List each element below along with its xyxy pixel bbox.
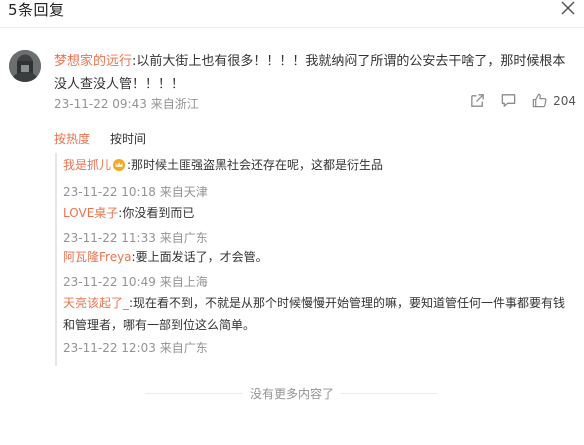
reply-meta: 23-11-22 10:49 来自上海 [63,273,208,290]
tab-sort-by-hot[interactable]: 按热度 [54,130,90,147]
main-comment-timestamp: 23-11-22 09:43 [54,97,147,111]
reply-timestamp: 23-11-22 10:49 [63,275,156,289]
no-more-content: 没有更多内容了 [249,387,334,401]
reply-timestamp: 23-11-22 10:18 [63,185,156,199]
footer-divider-right [340,393,438,394]
replies-list: 我是抓儿 :那时候土匪强盗黑社会还存在呢，这都是衍生品 23-11-22 10:… [55,153,574,366]
reply-item: LOVE桌子:你没看到而已 [63,202,568,224]
comment-icon[interactable] [500,92,517,109]
reply-location: 来自广东 [159,341,208,355]
reply-count-title: 5条回复 [8,1,65,19]
reply-meta: 23-11-22 11:33 来自广东 [63,229,208,246]
reply-username[interactable]: LOVE桌子 [63,206,118,220]
header-divider [0,27,584,28]
share-icon[interactable] [469,92,486,109]
comment-actions: 204 [455,92,576,109]
main-comment-username[interactable]: 梦想家的远行 [54,54,132,69]
tab-sort-by-time[interactable]: 按时间 [110,130,146,147]
reply-timestamp: 23-11-22 12:03 [63,341,156,355]
avatar[interactable] [9,50,41,82]
avatar-image [9,50,41,82]
reply-meta: 23-11-22 12:03 来自广东 [63,339,208,356]
reply-location: 来自广东 [159,231,208,245]
reply-text: :你没看到而已 [118,206,195,220]
crown-icon [113,159,126,171]
like-count: 204 [553,93,576,108]
reply-item: 天亮该起了_:现在看不到，不就是从那个时候慢慢开始管理的嘛，要知道管任何一件事都… [63,292,568,336]
dialog-header: 5条回复 [0,0,584,22]
close-icon[interactable] [560,0,576,16]
main-comment-location: 来自浙江 [150,97,199,111]
reply-text: :那时候土匪强盗黑社会还存在呢，这都是衍生品 [127,158,384,172]
like-icon[interactable] [531,92,548,109]
sort-tabs: 按热度 按时间 [54,130,166,147]
reply-location: 来自上海 [159,275,208,289]
reply-username[interactable]: 阿瓦隆Freya [63,250,132,264]
reply-text: :要上面发话了，才会管。 [131,250,268,264]
reply-location: 来自天津 [159,185,208,199]
main-comment-meta: 23-11-22 09:43 来自浙江 [54,95,199,112]
reply-item: 我是抓儿 :那时候土匪强盗黑社会还存在呢，这都是衍生品 [63,154,568,176]
reply-text: :现在看不到，不就是从那个时候慢慢开始管理的嘛，要知道管任何一件事都要有钱和管理… [63,296,566,332]
reply-username[interactable]: 我是抓儿 [63,158,111,172]
reply-timestamp: 23-11-22 11:33 [63,231,156,245]
main-comment: 梦想家的远行:以前大街上也有很多！！！！我就纳闷了所谓的公安去干啥了，那时候根本… [54,50,574,96]
reply-item: 阿瓦隆Freya:要上面发话了，才会管。 [63,246,568,268]
reply-meta: 23-11-22 10:18 来自天津 [63,183,208,200]
reply-username[interactable]: 天亮该起了_ [63,296,129,310]
